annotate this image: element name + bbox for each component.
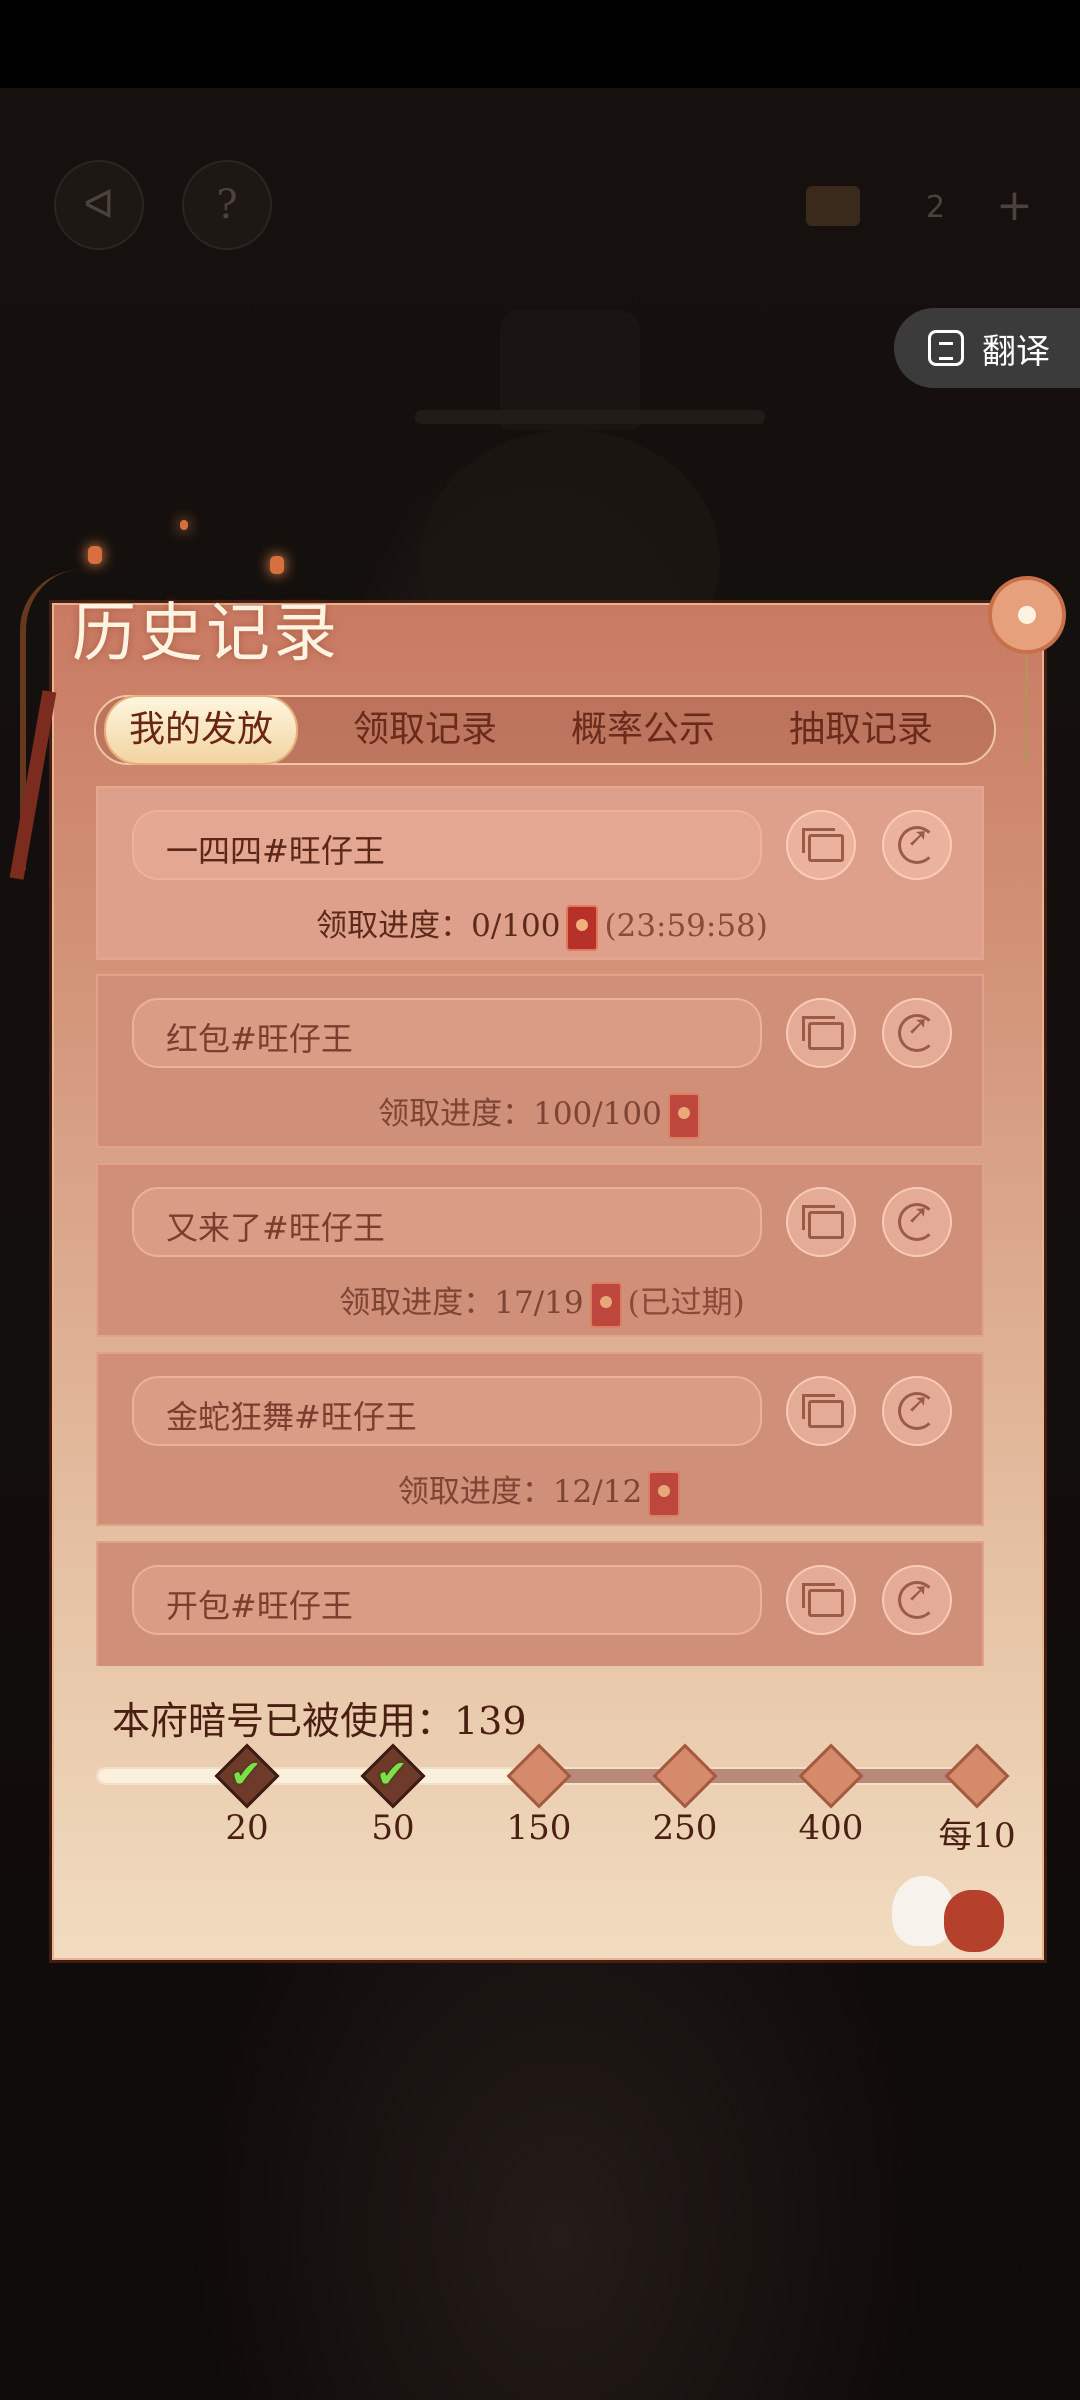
share-icon [898, 823, 936, 864]
record-name: 开包#旺仔王 [166, 1587, 353, 1625]
record-name-field: 红包#旺仔王 [132, 998, 762, 1068]
lantern-icon [88, 546, 102, 564]
red-envelope-icon [589, 1281, 622, 1328]
status-bar [0, 0, 1080, 88]
copy-button[interactable] [786, 1376, 856, 1446]
claim-progress-text: 领取进度：17/19 [339, 1285, 584, 1321]
tab-bar: 我的发放 领取记录 概率公示 抽取记录 [94, 695, 996, 765]
share-button[interactable] [882, 1565, 952, 1635]
record-name-field: 一四四#旺仔王 [132, 810, 762, 880]
share-button[interactable] [882, 1376, 952, 1446]
claim-progress: 领取进度：17/19 (已过期) [98, 1277, 984, 1328]
countdown-text: (23:59:58) [604, 908, 768, 944]
check-icon: ✔ [230, 1752, 262, 1796]
share-icon [898, 1200, 936, 1241]
claim-progress-text: 领取进度：100/100 [378, 1096, 662, 1132]
copy-icon [802, 1583, 844, 1617]
record-card: 红包#旺仔王 领取进度：100/100 [96, 974, 984, 1148]
flower-ornament-icon [988, 576, 1066, 654]
translate-button[interactable]: 翻译 [894, 308, 1080, 388]
share-button[interactable] [882, 810, 952, 880]
copy-icon [802, 828, 844, 862]
item-counter: 2 [926, 190, 946, 225]
lantern-icon [270, 556, 284, 574]
record-name-field: 金蛇狂舞#旺仔王 [132, 1376, 762, 1446]
share-icon [898, 1389, 936, 1430]
translate-label: 翻译 [982, 331, 1050, 372]
check-icon: ✔ [376, 1752, 408, 1796]
red-envelope-icon [667, 1092, 700, 1139]
copy-button[interactable] [786, 1187, 856, 1257]
milestone-progress-fill [98, 1769, 525, 1783]
copy-icon [802, 1394, 844, 1428]
add-button[interactable]: + [996, 180, 1033, 231]
milestone-label: 20 [225, 1808, 269, 1848]
lucky-bag-icon [944, 1890, 1004, 1952]
record-name: 一四四#旺仔王 [166, 832, 385, 870]
milestone-label: 每10 [938, 1816, 1016, 1856]
milestone-label: 250 [652, 1808, 718, 1848]
character-hat-brim [415, 410, 765, 424]
claim-progress-text: 领取进度：0/100 [316, 908, 561, 944]
claim-progress: 领取进度：12/12 [98, 1466, 984, 1517]
milestone-label: 50 [371, 1808, 415, 1848]
back-icon: ᐊ [83, 182, 115, 228]
record-list[interactable]: 一四四#旺仔王 领取进度：0/100 (23:59:58) 红包#旺仔王 领取进度… [96, 786, 984, 1666]
expired-text: (已过期) [627, 1285, 745, 1321]
share-icon [898, 1011, 936, 1052]
tab-draw-records[interactable]: 抽取记录 [766, 697, 956, 763]
help-icon: ? [216, 182, 238, 228]
back-button[interactable]: ᐊ [54, 160, 144, 250]
tab-probability[interactable]: 概率公示 [548, 697, 738, 763]
help-button[interactable]: ? [182, 160, 272, 250]
copy-button[interactable] [786, 1565, 856, 1635]
record-name: 金蛇狂舞#旺仔王 [166, 1398, 417, 1436]
translate-icon [928, 330, 964, 366]
record-name-field: 又来了#旺仔王 [132, 1187, 762, 1257]
milestone-label: 150 [506, 1808, 572, 1848]
record-name-field: 开包#旺仔王 [132, 1565, 762, 1635]
copy-icon [802, 1016, 844, 1050]
red-envelope-icon [566, 904, 599, 951]
record-card: 开包#旺仔王 [96, 1541, 984, 1666]
record-name: 又来了#旺仔王 [166, 1209, 385, 1247]
copy-icon [802, 1205, 844, 1239]
record-card: 一四四#旺仔王 领取进度：0/100 (23:59:58) [96, 786, 984, 960]
lantern-icon [180, 520, 188, 530]
claim-progress: 领取进度：0/100 (23:59:58) [98, 900, 984, 951]
copy-button[interactable] [786, 810, 856, 880]
milestone-label: 400 [798, 1808, 864, 1848]
claim-progress: 领取进度：100/100 [98, 1088, 984, 1139]
red-envelope-icon [648, 1470, 681, 1517]
share-button[interactable] [882, 1187, 952, 1257]
claim-progress-text: 领取进度：12/12 [397, 1474, 643, 1510]
tab-my-issued[interactable]: 我的发放 [106, 697, 296, 763]
record-card: 又来了#旺仔王 领取进度：17/19 (已过期) [96, 1163, 984, 1337]
hanging-string [1025, 654, 1028, 764]
share-button[interactable] [882, 998, 952, 1068]
copy-button[interactable] [786, 998, 856, 1068]
password-usage-count: 本府暗号已被使用：139 [112, 1699, 527, 1743]
tab-claim-records[interactable]: 领取记录 [330, 697, 520, 763]
record-name: 红包#旺仔王 [166, 1020, 353, 1058]
treasure-chest-icon [806, 186, 860, 226]
share-icon [898, 1578, 936, 1619]
record-card: 金蛇狂舞#旺仔王 领取进度：12/12 [96, 1352, 984, 1526]
page-title: 历史记录 [72, 597, 340, 671]
